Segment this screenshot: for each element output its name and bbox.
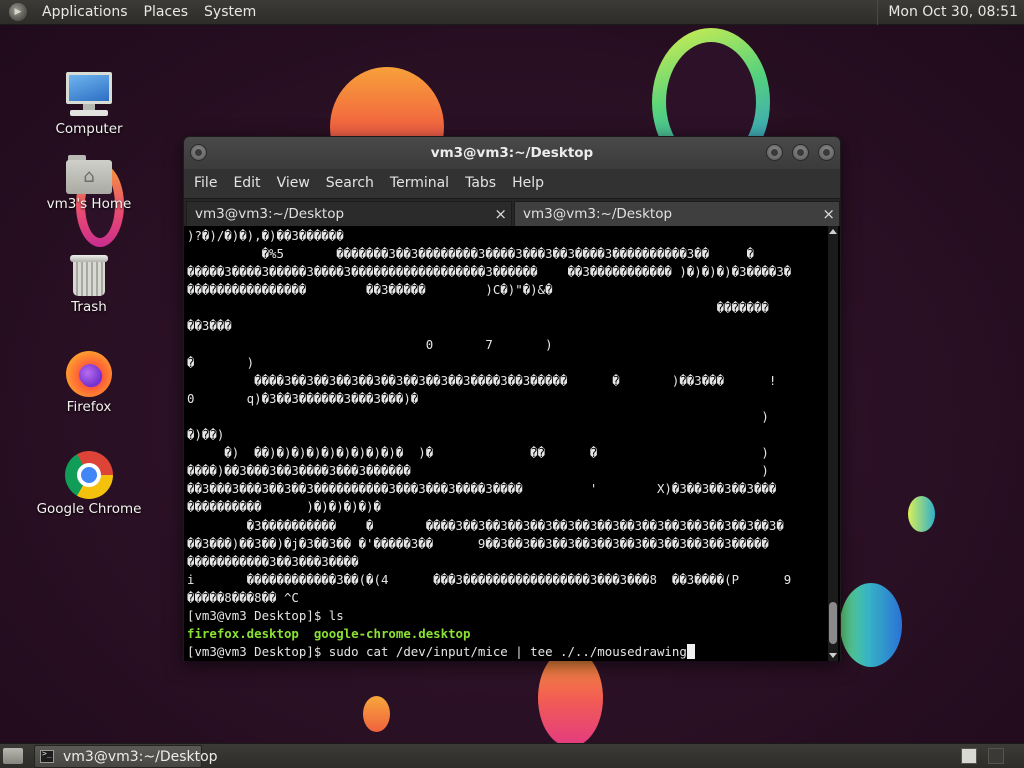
desktop-icon-label: Trash xyxy=(71,299,107,315)
tab-label: vm3@vm3:~/Desktop xyxy=(523,206,673,222)
desktop-icon-label: Firefox xyxy=(66,399,112,415)
taskbar-window-button[interactable]: vm3@vm3:~/Desktop xyxy=(34,745,218,768)
desktop-icon-home[interactable]: ⌂ vm3's Home xyxy=(24,154,154,212)
scrollbar-thumb[interactable] xyxy=(829,602,837,644)
wallpaper-shape xyxy=(840,583,902,667)
terminal-tab[interactable]: vm3@vm3:~/Desktop × xyxy=(186,201,512,227)
home-folder-icon: ⌂ xyxy=(66,154,112,194)
menu-terminal[interactable]: Terminal xyxy=(382,169,457,198)
applications-menu[interactable]: Applications xyxy=(34,0,136,25)
desktop-icon-chrome[interactable]: Google Chrome xyxy=(24,451,154,517)
terminal-output-area[interactable]: )?�)/�)�),�)��3������ �%5 �������3��3���… xyxy=(184,226,840,661)
window-titlebar[interactable]: vm3@vm3:~/Desktop xyxy=(184,137,840,169)
terminal-line: ���������������� ��3����� )C�)"�)&� xyxy=(187,282,553,298)
gnome-logo-icon[interactable]: ▶ xyxy=(9,3,27,21)
vertical-scrollbar[interactable] xyxy=(828,226,838,661)
places-menu[interactable]: Places xyxy=(136,0,197,25)
terminal-line: �)��) xyxy=(187,427,225,443)
menubar: File Edit View Search Terminal Tabs Help xyxy=(184,169,840,198)
terminal-line: �%5 �������3��3��������3����3���3��3����… xyxy=(187,246,754,262)
command-text: [vm3@vm3 Desktop]$ sudo cat /dev/input/m… xyxy=(187,644,687,660)
terminal-line: �3���������� � ����3��3��3��3��3��3��3��… xyxy=(187,517,784,533)
trash-icon xyxy=(70,253,108,297)
workspace-2[interactable] xyxy=(988,748,1004,764)
tab-close-icon[interactable]: × xyxy=(494,202,507,226)
menu-view[interactable]: View xyxy=(269,169,318,198)
desktop-icon-label: Computer xyxy=(55,121,123,137)
terminal-line: )?�)/�)�),�)��3������ xyxy=(187,228,344,243)
show-desktop-icon[interactable] xyxy=(3,748,23,764)
desktop-icon-trash[interactable]: Trash xyxy=(24,253,154,315)
desktop-icon-label: vm3's Home xyxy=(46,196,132,212)
terminal-line: [vm3@vm3 Desktop]$ ls xyxy=(187,607,344,623)
desktop-icon-label: Google Chrome xyxy=(36,501,142,517)
terminal-line: �����������3��3���3���� xyxy=(187,553,359,569)
terminal-line: ����3��3��3��3��3��3��3��3��3����3��3���… xyxy=(187,372,777,388)
terminal-text: )?�)/�)�),�)��3������ �%5 �������3��3���… xyxy=(187,227,827,661)
menu-edit[interactable]: Edit xyxy=(225,169,268,198)
terminal-line: 0 7 ) xyxy=(187,336,553,352)
tab-close-icon[interactable]: × xyxy=(822,202,835,226)
terminal-line: �) ��)�)�)�)�)�)�)�)�)� )� �� � ) xyxy=(187,445,769,461)
terminal-icon xyxy=(40,749,54,763)
menu-search[interactable]: Search xyxy=(318,169,382,198)
terminal-line: � ) xyxy=(187,354,255,370)
maximize-button[interactable] xyxy=(792,144,809,161)
wallpaper-shape xyxy=(538,649,603,743)
terminal-line: ) xyxy=(187,408,769,424)
terminal-line: �����3����3�����3����3������������������… xyxy=(187,264,792,280)
scroll-down-arrow-icon[interactable] xyxy=(829,653,837,658)
computer-icon xyxy=(64,71,114,119)
terminal-line: ���������� )�)�)�)�)� xyxy=(187,499,381,515)
menu-help[interactable]: Help xyxy=(504,169,552,198)
firefox-icon xyxy=(66,351,112,397)
menu-file[interactable]: File xyxy=(186,169,225,198)
terminal-line: ����)��3���3��3����3���3������ ) xyxy=(187,463,769,479)
terminal-line: i ������������3��(�(4 ���3��������������… xyxy=(187,571,792,587)
wallpaper-shape xyxy=(908,496,935,532)
chrome-icon xyxy=(65,451,113,499)
terminal-tab-active[interactable]: vm3@vm3:~/Desktop × xyxy=(514,201,840,227)
terminal-line: 0 q)�3��3������3���3���)� xyxy=(187,390,419,406)
terminal-window[interactable]: vm3@vm3:~/Desktop File Edit View Search … xyxy=(183,136,841,661)
desktop-icon-firefox[interactable]: Firefox xyxy=(24,351,154,415)
minimize-button[interactable] xyxy=(766,144,783,161)
bottom-panel: vm3@vm3:~/Desktop xyxy=(0,743,1024,768)
clock[interactable]: Mon Oct 30, 08:51 xyxy=(878,0,1024,25)
terminal-line: ������� xyxy=(187,300,769,316)
ls-output-line: firefox.desktop google-chrome.desktop xyxy=(187,626,471,642)
command-line[interactable]: [vm3@vm3 Desktop]$ sudo cat /dev/input/m… xyxy=(187,643,827,661)
tab-bar: vm3@vm3:~/Desktop × vm3@vm3:~/Desktop × xyxy=(184,198,840,227)
text-cursor xyxy=(686,644,695,660)
workspace-1[interactable] xyxy=(961,748,977,764)
tab-label: vm3@vm3:~/Desktop xyxy=(195,206,345,222)
terminal-line: ��3���)��3��)�j�3��3�� �'�����3�� 9��3��… xyxy=(187,535,769,551)
scroll-up-arrow-icon[interactable] xyxy=(829,229,837,234)
menu-tabs[interactable]: Tabs xyxy=(457,169,504,198)
top-panel: ▶ Applications Places System Mon Oct 30,… xyxy=(0,0,1024,25)
desktop-icon-computer[interactable]: Computer xyxy=(24,71,154,137)
terminal-line: ��3���3���3��3��3����������3���3���3����… xyxy=(187,481,777,497)
window-title: vm3@vm3:~/Desktop xyxy=(430,145,594,161)
taskbar-window-label: vm3@vm3:~/Desktop xyxy=(63,749,218,765)
terminal-line: �����8���8�� ^C xyxy=(187,589,299,605)
close-button[interactable] xyxy=(818,144,835,161)
terminal-line: ��3��� xyxy=(187,318,232,334)
wallpaper-shape xyxy=(363,696,390,732)
system-menu[interactable]: System xyxy=(196,0,264,25)
